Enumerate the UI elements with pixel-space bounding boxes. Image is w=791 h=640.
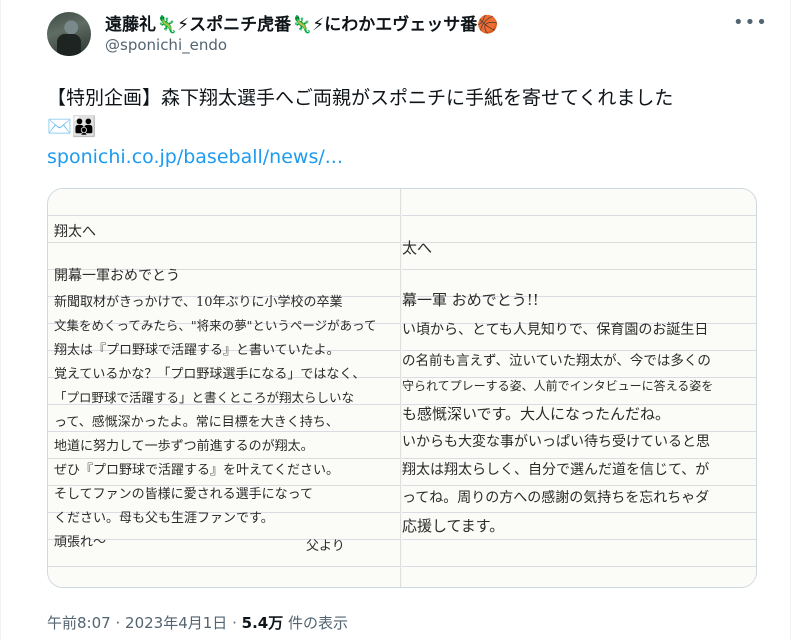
tweet-link[interactable]: sponichi.co.jp/baseball/news/...: [47, 146, 343, 168]
letter-line: 翔太は翔太らしく、自分で選んだ道を信じて、が: [402, 462, 710, 478]
letter-line: 翔太へ: [54, 224, 96, 240]
tweet-card: 遠藤礼🦎⚡スポニチ虎番🦎⚡にわかエヴェッサ番🏀 @sponichi_endo •…: [0, 0, 791, 640]
letter-line: 地道に努力して一歩ずつ前進するのが翔太。: [54, 439, 314, 454]
letter-line: 翔太は『プロ野球で活躍する』と書いていたよ。: [54, 343, 340, 358]
avatar[interactable]: [47, 12, 91, 56]
author-handle[interactable]: @sponichi_endo: [105, 36, 227, 54]
tweet-date[interactable]: 2023年4月1日: [125, 614, 227, 632]
more-options-icon[interactable]: •••: [733, 12, 768, 33]
tweet-time[interactable]: 午前8:07: [47, 614, 111, 632]
letter-page-left: 翔太へ 開幕一軍おめでとう 新聞取材がきっかけで、10年ぶりに小学校の卒業 文集…: [48, 189, 401, 587]
separator: ·: [115, 614, 121, 632]
letter-line: ってね。周りの方への感謝の気持ちを忘れちゃダ: [402, 490, 710, 506]
author-display-name[interactable]: 遠藤礼🦎⚡スポニチ虎番🦎⚡にわかエヴェッサ番🏀: [105, 10, 498, 35]
separator: ·: [232, 614, 237, 632]
letter-line: 文集をめくってみたら、"将来の夢"というページがあって: [54, 318, 377, 333]
letter-line: 覚えているかな？「プロ野球選手になる」ではなく、: [54, 367, 366, 382]
letter-line: 応援してます。: [402, 517, 505, 535]
letter-line: 開幕一軍おめでとう: [54, 268, 180, 284]
letter-line: ぜひ『プロ野球で活躍する』を叶えてください。: [54, 463, 339, 478]
views-count: 5.4万: [241, 614, 284, 632]
letter-line: 頑張れ〜: [54, 535, 107, 550]
letter-line: 守られてプレーする姿、人前でインタビューに答える姿を: [402, 379, 714, 393]
letter-line: い頃から、とても人見知りで、保育園のお誕生日: [402, 322, 709, 338]
letter-line: 新聞取材がきっかけで、10年ぶりに小学校の卒業: [54, 295, 343, 310]
letter-line: の名前も言えず、泣いていた翔太が、今では多くの: [402, 353, 711, 369]
letter-line: 太へ: [402, 239, 433, 257]
letter-line: ください。母も父も生涯ファンです。: [54, 511, 274, 526]
letter-line: も感慨深いです。大人になったんだね。: [402, 405, 671, 423]
letter-line: 「プロ野球で活躍する」と書くところが翔太らしいな: [54, 390, 355, 405]
letter-line: って、感慨深かったよ。常に目標を大きく持ち、: [54, 415, 339, 430]
letter-line: そしてファンの皆様に愛される選手になって: [54, 487, 313, 502]
views-label: 件の表示: [288, 614, 349, 632]
tweet-meta: 午前8:07 · 2023年4月1日 · 5.4万 件の表示: [47, 612, 348, 633]
tweet-text: 【特別企画】森下翔太選手へご両親がスポニチに手紙を寄せてくれました: [47, 87, 674, 109]
letter-line: いからも大変な事がいっぱい待ち受けていると思: [402, 434, 710, 450]
tweet-emojis: ✉️👪: [47, 114, 97, 138]
letter-signature: 父より: [306, 539, 345, 554]
letter-line: 幕一軍 おめでとう!!: [402, 291, 539, 309]
media-image[interactable]: 翔太へ 開幕一軍おめでとう 新聞取材がきっかけで、10年ぶりに小学校の卒業 文集…: [47, 188, 757, 588]
letter-page-right: 太へ 幕一軍 おめでとう!! い頃から、とても人見知りで、保育園のお誕生日 の名…: [402, 189, 756, 587]
